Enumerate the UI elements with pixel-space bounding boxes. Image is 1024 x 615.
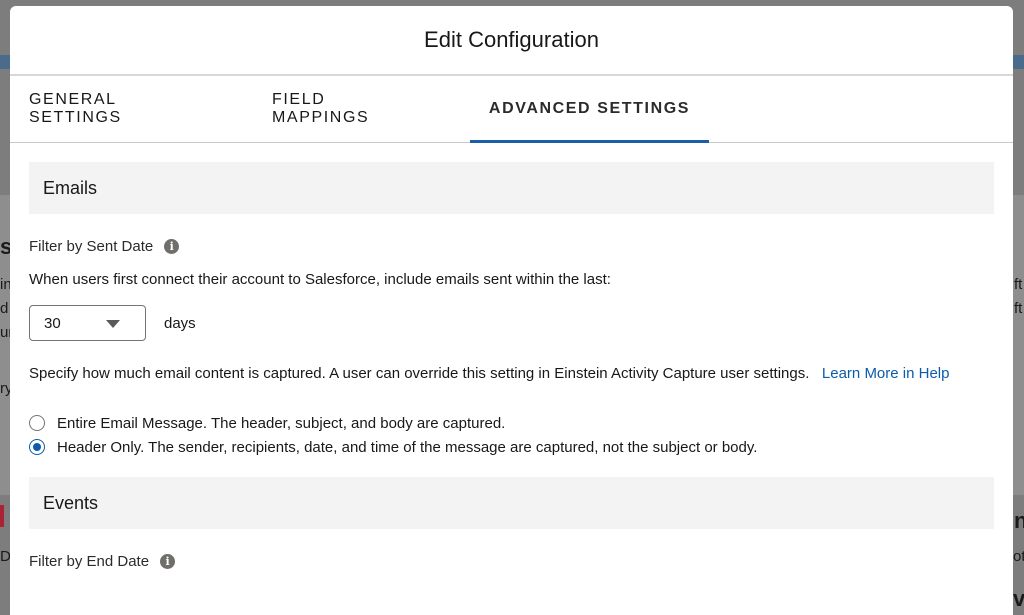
advanced-settings-panel: Emails Filter by Sent Date i When users … <box>10 143 1013 570</box>
background-text-fragment: ft <box>1014 300 1023 317</box>
tab-general-settings[interactable]: GENERAL SETTINGS <box>29 76 205 142</box>
filter-by-sent-date-text: Filter by Sent Date <box>29 238 154 255</box>
background-accent-mark <box>0 505 4 527</box>
radio-button-entire-email[interactable] <box>29 415 45 431</box>
days-unit-label: days <box>164 314 196 332</box>
tab-bar: GENERAL SETTINGS FIELD MAPPINGS ADVANCED… <box>10 76 1013 143</box>
days-select[interactable]: 30 <box>29 305 146 341</box>
filter-by-sent-date-label: Filter by Sent Date i <box>29 238 994 255</box>
tab-advanced-settings[interactable]: ADVANCED SETTINGS <box>470 76 709 143</box>
days-select-row: 30 days <box>29 305 994 341</box>
emails-section-header: Emails <box>29 162 994 214</box>
radio-label-entire-email: Entire Email Message. The header, subjec… <box>57 414 506 432</box>
background-text-fragment: ft <box>1014 276 1023 293</box>
info-icon[interactable]: i <box>164 239 180 254</box>
filter-description: When users first connect their account t… <box>29 271 611 288</box>
radio-option-header-only[interactable]: Header Only. The sender, recipients, dat… <box>29 435 994 459</box>
content-capture-text: Specify how much email content is captur… <box>29 365 810 382</box>
radio-label-header-only: Header Only. The sender, recipients, dat… <box>57 438 758 456</box>
edit-configuration-modal: Edit Configuration GENERAL SETTINGS FIEL… <box>10 6 1013 615</box>
background-text-fragment: d <box>0 300 9 317</box>
learn-more-in-help-link[interactable]: Learn More in Help <box>822 365 950 382</box>
email-content-radio-group: Entire Email Message. The header, subjec… <box>29 411 994 459</box>
tab-field-mappings[interactable]: FIELD MAPPINGS <box>272 76 422 142</box>
radio-option-entire-email[interactable]: Entire Email Message. The header, subjec… <box>29 411 994 435</box>
modal-header: Edit Configuration <box>10 6 1013 76</box>
background-text-fragment: ve <box>1013 586 1024 611</box>
content-capture-description: Specify how much email content is captur… <box>29 362 994 385</box>
background-text-fragment: n <box>1014 508 1024 533</box>
info-icon[interactable]: i <box>160 554 176 569</box>
modal-title: Edit Configuration <box>424 27 599 52</box>
events-section-header: Events <box>29 477 994 529</box>
radio-button-header-only[interactable] <box>29 439 45 455</box>
chevron-down-icon <box>106 320 120 328</box>
days-select-value: 30 <box>44 314 61 332</box>
background-text-fragment: oti <box>1013 548 1024 565</box>
filter-by-end-date-label: Filter by End Date i <box>29 553 994 570</box>
filter-by-end-date-text: Filter by End Date <box>29 553 150 570</box>
